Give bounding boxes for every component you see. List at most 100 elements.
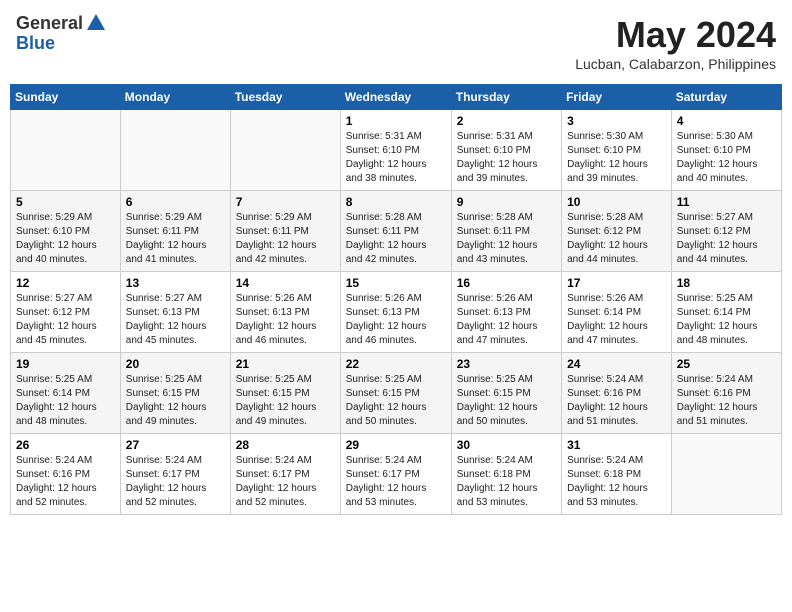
title-section: May 2024 Lucban, Calabarzon, Philippines [575,14,776,72]
day-number: 22 [346,357,446,371]
calendar-cell: 9 Sunrise: 5:28 AM Sunset: 6:11 PM Daylig… [451,191,561,272]
day-info: Sunrise: 5:29 AM Sunset: 6:11 PM Dayligh… [236,211,335,267]
day-of-week-header: Tuesday [230,85,340,110]
day-number: 17 [567,276,666,290]
calendar-cell: 13 Sunrise: 5:27 AM Sunset: 6:13 PM Dayli… [120,272,230,353]
day-number: 2 [457,114,556,128]
calendar-cell: 31Sunrise: 5:24 AM Sunset: 6:18 PM Dayli… [562,434,672,515]
calendar-cell: 30Sunrise: 5:24 AM Sunset: 6:18 PM Dayli… [451,434,561,515]
day-number: 21 [236,357,335,371]
day-info: Sunrise: 5:31 AM Sunset: 6:10 PM Dayligh… [457,130,556,186]
day-number: 3 [567,114,666,128]
day-info: Sunrise: 5:24 AM Sunset: 6:16 PM Dayligh… [567,373,666,429]
day-info: Sunrise: 5:25 AM Sunset: 6:15 PM Dayligh… [457,373,556,429]
day-of-week-header: Saturday [671,85,781,110]
day-of-week-header: Monday [120,85,230,110]
day-number: 28 [236,438,335,452]
month-title: May 2024 [575,14,776,56]
calendar-table: SundayMondayTuesdayWednesdayThursdayFrid… [10,84,782,515]
logo-icon [85,12,107,34]
calendar-cell: 19 Sunrise: 5:25 AM Sunset: 6:14 PM Dayli… [11,353,121,434]
day-number: 9 [457,195,556,209]
day-info: Sunrise: 5:24 AM Sunset: 6:17 PM Dayligh… [126,454,225,510]
calendar-cell: 5Sunrise: 5:29 AM Sunset: 6:10 PM Daylig… [11,191,121,272]
page-header: General Blue May 2024 Lucban, Calabarzon… [10,10,782,76]
day-number: 25 [677,357,776,371]
calendar-cell: 3Sunrise: 5:30 AM Sunset: 6:10 PM Daylig… [562,110,672,191]
calendar-cell: 22 Sunrise: 5:25 AM Sunset: 6:15 PM Dayli… [340,353,451,434]
day-info: Sunrise: 5:31 AM Sunset: 6:10 PM Dayligh… [346,130,446,186]
day-info: Sunrise: 5:26 AM Sunset: 6:14 PM Dayligh… [567,292,666,348]
day-info: Sunrise: 5:25 AM Sunset: 6:15 PM Dayligh… [126,373,225,429]
calendar-cell: 25 Sunrise: 5:24 AM Sunset: 6:16 PM Dayli… [671,353,781,434]
calendar-cell [230,110,340,191]
day-info: Sunrise: 5:26 AM Sunset: 6:13 PM Dayligh… [457,292,556,348]
logo-general-text: General [16,14,83,34]
day-info: Sunrise: 5:26 AM Sunset: 6:13 PM Dayligh… [346,292,446,348]
day-info: Sunrise: 5:24 AM Sunset: 6:16 PM Dayligh… [677,373,776,429]
day-info: Sunrise: 5:25 AM Sunset: 6:14 PM Dayligh… [16,373,115,429]
calendar-cell: 26 Sunrise: 5:24 AM Sunset: 6:16 PM Dayli… [11,434,121,515]
day-number: 16 [457,276,556,290]
calendar-cell: 1 Sunrise: 5:31 AM Sunset: 6:10 PM Daylig… [340,110,451,191]
day-info: Sunrise: 5:30 AM Sunset: 6:10 PM Dayligh… [677,130,776,186]
day-number: 20 [126,357,225,371]
day-info: Sunrise: 5:29 AM Sunset: 6:11 PM Dayligh… [126,211,225,267]
calendar-cell: 6 Sunrise: 5:29 AM Sunset: 6:11 PM Daylig… [120,191,230,272]
day-of-week-header: Friday [562,85,672,110]
day-info: Sunrise: 5:28 AM Sunset: 6:11 PM Dayligh… [457,211,556,267]
calendar-cell: 20 Sunrise: 5:25 AM Sunset: 6:15 PM Dayli… [120,353,230,434]
calendar-cell: 10Sunrise: 5:28 AM Sunset: 6:12 PM Dayli… [562,191,672,272]
day-info: Sunrise: 5:27 AM Sunset: 6:12 PM Dayligh… [677,211,776,267]
day-number: 19 [16,357,115,371]
logo: General Blue [16,14,107,54]
day-info: Sunrise: 5:29 AM Sunset: 6:10 PM Dayligh… [16,211,115,267]
day-of-week-header: Sunday [11,85,121,110]
day-of-week-header: Wednesday [340,85,451,110]
calendar-cell: 7Sunrise: 5:29 AM Sunset: 6:11 PM Daylig… [230,191,340,272]
day-info: Sunrise: 5:24 AM Sunset: 6:18 PM Dayligh… [457,454,556,510]
day-info: Sunrise: 5:28 AM Sunset: 6:11 PM Dayligh… [346,211,446,267]
day-number: 1 [346,114,446,128]
day-info: Sunrise: 5:26 AM Sunset: 6:13 PM Dayligh… [236,292,335,348]
day-info: Sunrise: 5:24 AM Sunset: 6:18 PM Dayligh… [567,454,666,510]
calendar-cell: 16 Sunrise: 5:26 AM Sunset: 6:13 PM Dayli… [451,272,561,353]
day-info: Sunrise: 5:25 AM Sunset: 6:15 PM Dayligh… [236,373,335,429]
day-number: 6 [126,195,225,209]
day-number: 13 [126,276,225,290]
location-text: Lucban, Calabarzon, Philippines [575,56,776,72]
day-info: Sunrise: 5:27 AM Sunset: 6:12 PM Dayligh… [16,292,115,348]
day-info: Sunrise: 5:24 AM Sunset: 6:17 PM Dayligh… [236,454,335,510]
calendar-cell: 29Sunrise: 5:24 AM Sunset: 6:17 PM Dayli… [340,434,451,515]
day-number: 14 [236,276,335,290]
day-number: 29 [346,438,446,452]
calendar-cell: 21 Sunrise: 5:25 AM Sunset: 6:15 PM Dayli… [230,353,340,434]
day-number: 15 [346,276,446,290]
day-info: Sunrise: 5:25 AM Sunset: 6:14 PM Dayligh… [677,292,776,348]
day-number: 26 [16,438,115,452]
calendar-cell: 2 Sunrise: 5:31 AM Sunset: 6:10 PM Daylig… [451,110,561,191]
calendar-cell: 23 Sunrise: 5:25 AM Sunset: 6:15 PM Dayli… [451,353,561,434]
calendar-cell: 18 Sunrise: 5:25 AM Sunset: 6:14 PM Dayli… [671,272,781,353]
day-number: 4 [677,114,776,128]
calendar-cell: 8 Sunrise: 5:28 AM Sunset: 6:11 PM Daylig… [340,191,451,272]
calendar-cell: 24Sunrise: 5:24 AM Sunset: 6:16 PM Dayli… [562,353,672,434]
calendar-cell: 15 Sunrise: 5:26 AM Sunset: 6:13 PM Dayli… [340,272,451,353]
calendar-cell: 27Sunrise: 5:24 AM Sunset: 6:17 PM Dayli… [120,434,230,515]
day-number: 11 [677,195,776,209]
logo-blue-text: Blue [16,34,107,54]
calendar-cell [11,110,121,191]
day-of-week-header: Thursday [451,85,561,110]
day-number: 23 [457,357,556,371]
day-number: 12 [16,276,115,290]
day-info: Sunrise: 5:27 AM Sunset: 6:13 PM Dayligh… [126,292,225,348]
day-number: 18 [677,276,776,290]
day-info: Sunrise: 5:28 AM Sunset: 6:12 PM Dayligh… [567,211,666,267]
calendar-cell: 28 Sunrise: 5:24 AM Sunset: 6:17 PM Dayli… [230,434,340,515]
calendar-cell: 17 Sunrise: 5:26 AM Sunset: 6:14 PM Dayli… [562,272,672,353]
calendar-cell: 14 Sunrise: 5:26 AM Sunset: 6:13 PM Dayli… [230,272,340,353]
day-number: 8 [346,195,446,209]
calendar-cell [120,110,230,191]
day-info: Sunrise: 5:24 AM Sunset: 6:16 PM Dayligh… [16,454,115,510]
day-info: Sunrise: 5:25 AM Sunset: 6:15 PM Dayligh… [346,373,446,429]
